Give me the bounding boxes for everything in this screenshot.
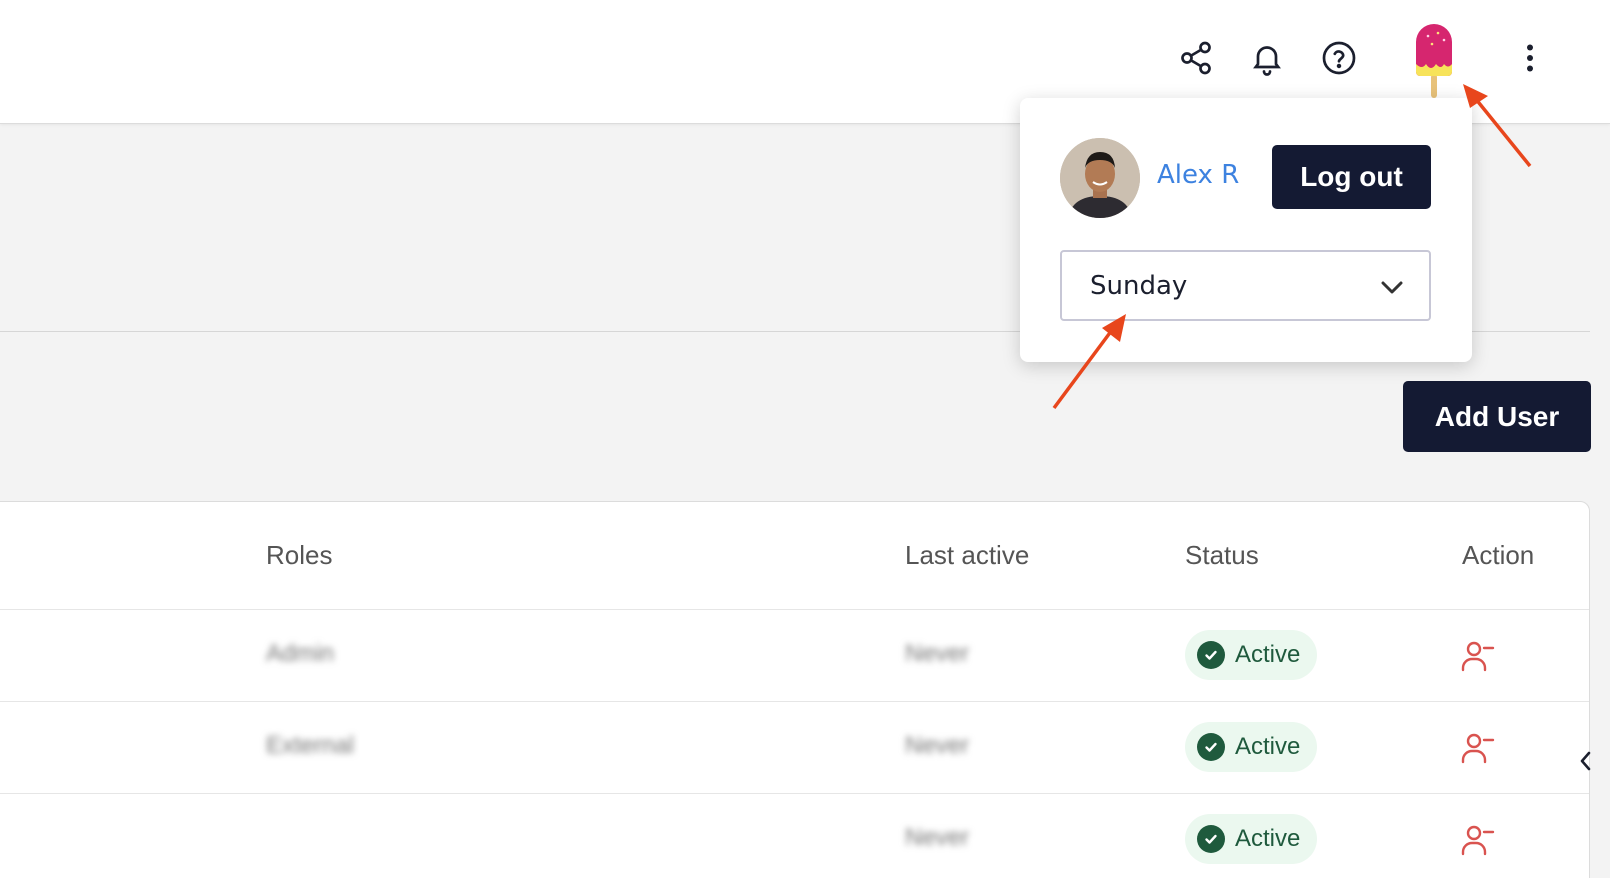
remove-user-icon[interactable] xyxy=(1461,824,1495,856)
last-active-cell: Never xyxy=(905,824,970,851)
table-row: Admin Never Active xyxy=(0,609,1589,701)
more-vertical-icon[interactable] xyxy=(1510,38,1550,78)
week-start-value: Sunday xyxy=(1090,271,1188,301)
last-active-cell: Never xyxy=(905,732,970,759)
column-header-roles: Roles xyxy=(266,540,333,570)
add-user-button[interactable]: Add User xyxy=(1403,381,1591,452)
account-menu: Alex R Log out Sunday xyxy=(1020,98,1472,362)
bell-icon[interactable] xyxy=(1247,38,1287,78)
week-start-select[interactable]: Sunday xyxy=(1060,250,1431,321)
status-text: Active xyxy=(1235,825,1301,852)
popsicle-avatar-icon[interactable] xyxy=(1410,24,1458,100)
logout-button[interactable]: Log out xyxy=(1272,145,1431,209)
user-avatar xyxy=(1060,138,1140,218)
column-header-last-active: Last active xyxy=(905,540,1030,570)
check-circle-icon xyxy=(1197,825,1225,853)
help-icon[interactable] xyxy=(1319,38,1359,78)
remove-user-icon[interactable] xyxy=(1461,732,1495,764)
remove-user-icon[interactable] xyxy=(1461,640,1495,672)
status-badge: Active xyxy=(1185,722,1317,772)
users-table: Roles Last active Status Action Admin Ne… xyxy=(0,501,1590,878)
check-circle-icon xyxy=(1197,641,1225,669)
status-text: Active xyxy=(1235,733,1301,760)
user-name-link[interactable]: Alex R xyxy=(1157,160,1239,190)
chevron-down-icon xyxy=(1381,281,1403,294)
status-badge: Active xyxy=(1185,630,1317,680)
role-cell: Admin xyxy=(266,640,335,667)
chevron-left-icon[interactable] xyxy=(1574,746,1598,776)
status-text: Active xyxy=(1235,641,1301,668)
status-badge: Active xyxy=(1185,814,1317,864)
column-header-action: Action xyxy=(1462,540,1535,570)
share-icon[interactable] xyxy=(1176,38,1216,78)
column-header-status: Status xyxy=(1185,540,1259,570)
role-cell: External xyxy=(266,732,355,759)
table-row: External Never Active xyxy=(0,701,1589,793)
check-circle-icon xyxy=(1197,733,1225,761)
table-row: Never Active xyxy=(0,793,1589,878)
last-active-cell: Never xyxy=(905,640,970,667)
